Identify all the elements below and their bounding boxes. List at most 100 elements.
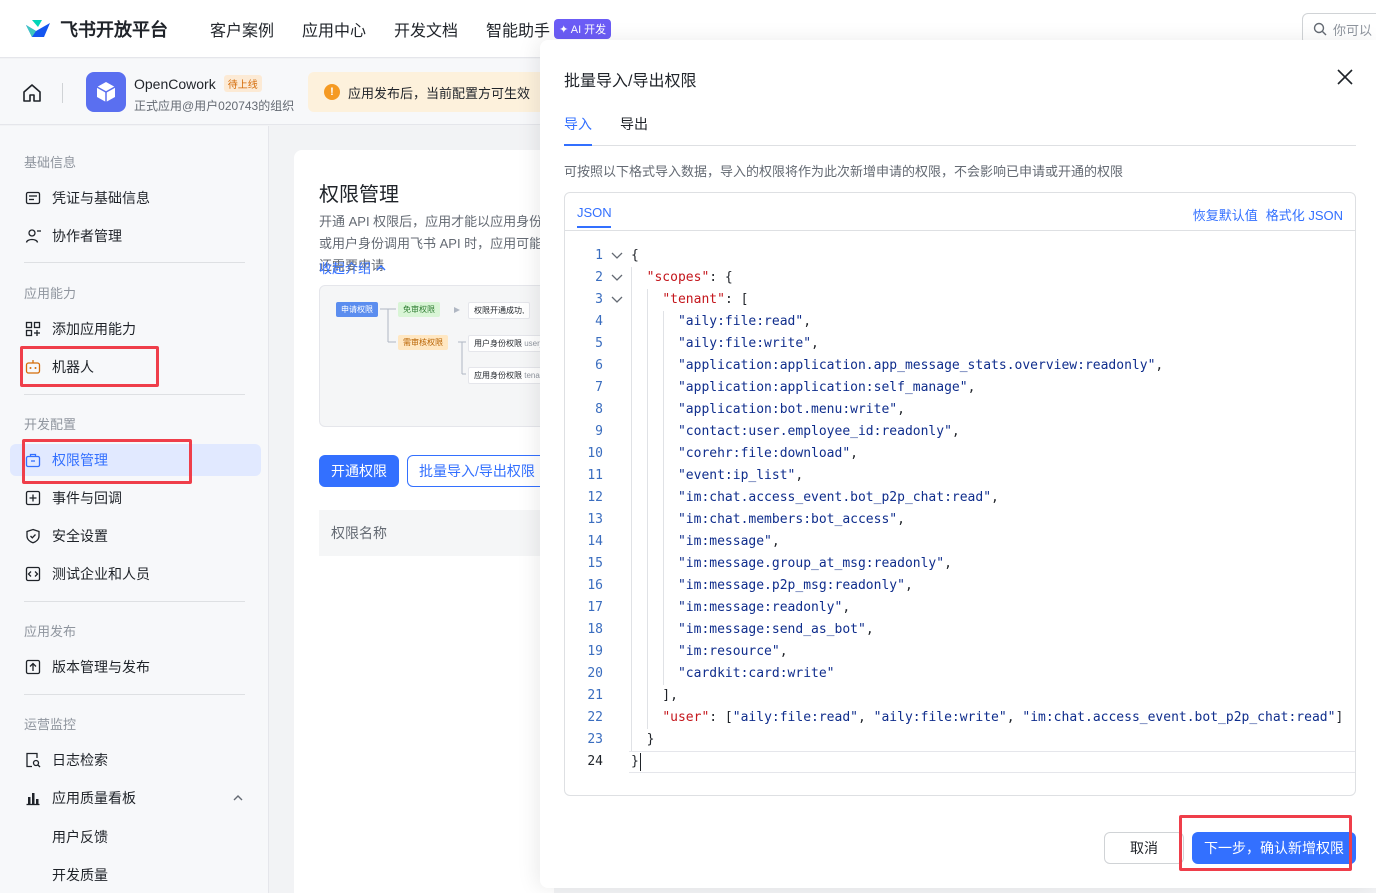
code-line[interactable]: 10 "corehr:file:download",	[565, 443, 1355, 465]
code-line[interactable]: 3 "tenant": [	[565, 289, 1355, 311]
code-line[interactable]: 14 "im:message",	[565, 531, 1355, 553]
collapse-intro-link[interactable]: 收起介绍	[319, 258, 387, 277]
json-editor[interactable]: JSON 恢复默认值 格式化 JSON 1{2 "scopes": {3 "te…	[564, 192, 1356, 796]
code-text: "im:resource",	[677, 644, 788, 659]
line-number: 10	[587, 446, 603, 461]
tab-json[interactable]: JSON	[577, 205, 612, 220]
code-text: "im:chat.access_event.bot_p2p_chat:read"…	[677, 490, 999, 505]
close-icon[interactable]	[1336, 68, 1354, 86]
sidebar: 基础信息 凭证与基础信息 协作者管理 应用能力 添加应用能力 机器人 开发配置 …	[0, 126, 269, 893]
header-divider	[62, 83, 63, 103]
code-text: "im:message.p2p_msg:readonly",	[677, 578, 913, 593]
nav-customer-cases[interactable]: 客户案例	[210, 17, 274, 41]
user-add-icon	[24, 227, 42, 245]
batch-import-export-button[interactable]: 批量导入/导出权限	[407, 455, 557, 487]
code-line[interactable]: 11 "event:ip_list",	[565, 465, 1355, 487]
line-number: 16	[587, 578, 603, 593]
code-text: "event:ip_list",	[677, 468, 804, 483]
sidebar-item-collaborators[interactable]: 协作者管理	[24, 220, 244, 252]
sidebar-item-security[interactable]: 安全设置	[24, 520, 244, 552]
tab-export[interactable]: 导出	[620, 114, 648, 134]
page-title: 权限管理	[319, 184, 399, 206]
chevron-up-icon[interactable]	[232, 793, 244, 803]
code-line[interactable]: 9 "contact:user.employee_id:readonly",	[565, 421, 1355, 443]
sidebar-item-bot[interactable]: 机器人	[24, 351, 244, 383]
line-number: 9	[595, 424, 603, 439]
line-number: 17	[587, 600, 603, 615]
code-line[interactable]: 8 "application:bot.menu:write",	[565, 399, 1355, 421]
format-json-button[interactable]: 格式化 JSON	[1266, 205, 1343, 224]
code-line[interactable]: 2 "scopes": {	[565, 267, 1355, 289]
code-line[interactable]: 5 "aily:file:write",	[565, 333, 1355, 355]
line-number: 7	[595, 380, 603, 395]
code-line[interactable]: 12 "im:chat.access_event.bot_p2p_chat:re…	[565, 487, 1355, 509]
code-line[interactable]: 18 "im:message:send_as_bot",	[565, 619, 1355, 641]
robot-icon	[24, 358, 42, 376]
fold-chevron-icon[interactable]	[611, 245, 625, 267]
nav-app-center[interactable]: 应用中心	[302, 17, 366, 41]
code-line[interactable]: 22 "user": ["aily:file:read", "aily:file…	[565, 707, 1355, 729]
chevron-up-icon	[376, 264, 386, 271]
code-text: "application:application.app_message_sta…	[677, 358, 1164, 373]
code-text: "scopes": {	[646, 270, 733, 285]
code-text: "im:message:send_as_bot",	[677, 622, 874, 637]
code-line[interactable]: 13 "im:chat.members:bot_access",	[565, 509, 1355, 531]
code-line[interactable]: 6 "application:application.app_message_s…	[565, 355, 1355, 377]
sidebar-item-versions[interactable]: 版本管理与发布	[24, 651, 244, 683]
sidebar-item-permissions[interactable]: 权限管理	[10, 444, 261, 476]
line-number: 4	[595, 314, 603, 329]
sidebar-item-add-capability[interactable]: 添加应用能力	[24, 313, 244, 345]
nav-dev-docs[interactable]: 开发文档	[394, 17, 458, 41]
restore-default-button[interactable]: 恢复默认值	[1193, 205, 1258, 224]
brand-logo[interactable]: 飞书开放平台	[24, 16, 168, 42]
code-line[interactable]: 1{	[565, 245, 1355, 267]
line-number: 6	[595, 358, 603, 373]
code-area[interactable]: 1{2 "scopes": {3 "tenant": [4 "aily:file…	[565, 245, 1355, 773]
nav-smart-assistant[interactable]: 智能助手 ✦ AI 开发	[486, 17, 612, 41]
code-line[interactable]: 4 "aily:file:read",	[565, 311, 1355, 333]
fold-chevron-icon[interactable]	[611, 267, 625, 289]
code-line[interactable]: 21 ],	[565, 685, 1355, 707]
app-subtitle: 正式应用@用户020743的组织	[134, 99, 295, 113]
sidebar-item-credentials[interactable]: 凭证与基础信息	[24, 182, 244, 214]
ai-dev-badge: ✦ AI 开发	[554, 18, 612, 39]
code-line[interactable]: 20 "cardkit:card:write"	[565, 663, 1355, 685]
code-text: "cardkit:card:write"	[677, 666, 835, 681]
code-text: "im:chat.members:bot_access",	[677, 512, 905, 527]
search-placeholder: 你可以	[1333, 22, 1373, 38]
sidebar-item-quality[interactable]: 应用质量看板	[24, 782, 244, 814]
sidebar-item-test-org[interactable]: 测试企业和人员	[24, 558, 244, 590]
line-number: 11	[587, 468, 603, 483]
code-line[interactable]: 15 "im:message.group_at_msg:readonly",	[565, 553, 1355, 575]
sidebar-item-label: 版本管理与发布	[52, 659, 150, 675]
sidebar-item-feedback[interactable]: 用户反馈	[52, 827, 108, 847]
home-icon[interactable]	[20, 81, 44, 105]
code-line[interactable]: 16 "im:message.p2p_msg:readonly",	[565, 575, 1355, 597]
cancel-button[interactable]: 取消	[1104, 832, 1184, 864]
upload-icon	[24, 658, 42, 676]
code-line[interactable]: 24}	[565, 751, 1355, 773]
code-line[interactable]: 23 }	[565, 729, 1355, 751]
nav-smart-assistant-label: 智能助手	[486, 22, 551, 40]
sidebar-item-logs[interactable]: 日志检索	[24, 744, 244, 776]
line-number: 18	[587, 622, 603, 637]
sidebar-item-events[interactable]: 事件与回调	[24, 482, 244, 514]
tab-import[interactable]: 导入	[564, 114, 592, 134]
code-line[interactable]: 17 "im:message:readonly",	[565, 597, 1355, 619]
code-text: "aily:file:read",	[677, 314, 812, 329]
code-text: "aily:file:write",	[677, 336, 819, 351]
sidebar-item-dev-quality[interactable]: 开发质量	[52, 865, 108, 885]
code-text: "application:application:self_manage",	[677, 380, 976, 395]
code-text: "im:message.group_at_msg:readonly",	[677, 556, 952, 571]
next-confirm-button[interactable]: 下一步，确认新增权限	[1192, 832, 1356, 864]
publish-notice-text: 应用发布后，当前配置方可生效	[348, 85, 531, 101]
sidebar-item-label: 日志检索	[52, 752, 108, 768]
fold-chevron-icon[interactable]	[611, 289, 625, 311]
sidebar-item-label: 协作者管理	[52, 228, 122, 244]
code-line[interactable]: 19 "im:resource",	[565, 641, 1355, 663]
code-text: }	[631, 732, 655, 747]
code-line[interactable]: 7 "application:application:self_manage",	[565, 377, 1355, 399]
line-number: 2	[595, 270, 603, 285]
section-app-capability: 应用能力	[24, 286, 77, 301]
enable-permission-button[interactable]: 开通权限	[319, 455, 399, 487]
